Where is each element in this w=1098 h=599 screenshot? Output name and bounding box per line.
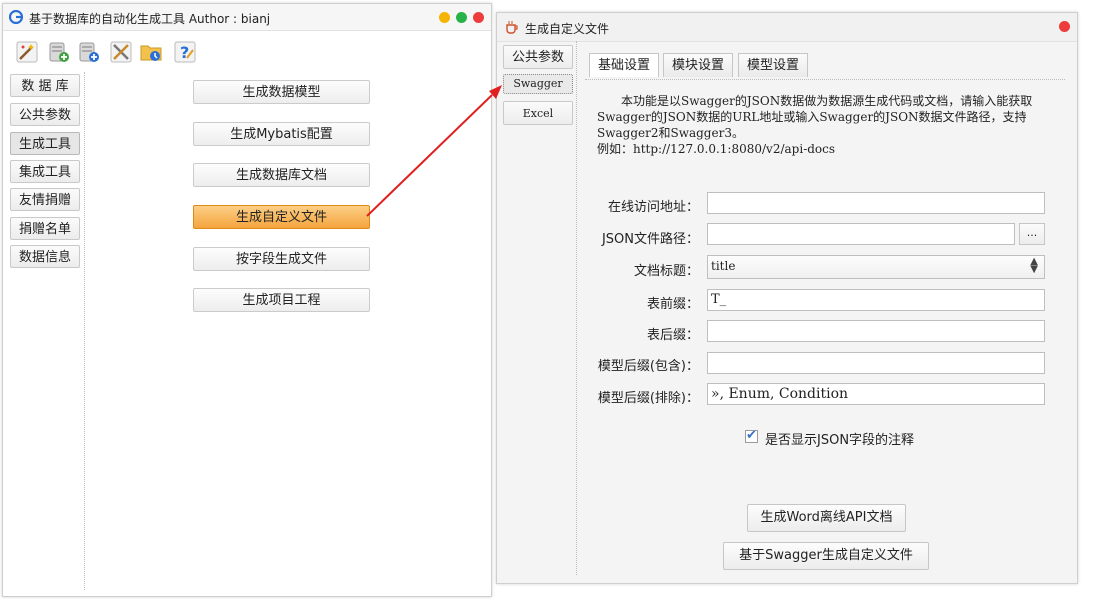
tab-basic-settings[interactable]: 基础设置 xyxy=(589,53,659,77)
nav-data-info[interactable]: 数据信息 xyxy=(10,245,80,268)
database-import-icon[interactable] xyxy=(77,40,101,64)
folder-config-icon[interactable] xyxy=(139,40,163,64)
generate-db-doc-button[interactable]: 生成数据库文档 xyxy=(193,163,370,187)
main-titlebar: 基于数据库的自动化生成工具 Author : bianj xyxy=(3,4,491,31)
table-prefix-label: 表前缀： xyxy=(646,297,699,312)
doc-title-value: title xyxy=(711,259,736,273)
generate-word-api-doc-button[interactable]: 生成Word离线API文档 xyxy=(747,504,906,532)
close-dot-icon[interactable] xyxy=(473,12,484,23)
nav-donate[interactable]: 友情捐赠 xyxy=(10,188,80,211)
json-path-input[interactable] xyxy=(707,223,1015,245)
nav-common-params[interactable]: 公共参数 xyxy=(10,103,80,126)
database-add-icon[interactable] xyxy=(47,40,71,64)
tab-divider xyxy=(585,79,1065,80)
tab-module-settings[interactable]: 模块设置 xyxy=(663,53,733,77)
tools-icon[interactable] xyxy=(109,40,133,64)
nav-donor-list[interactable]: 捐赠名单 xyxy=(10,217,80,240)
custom-file-window: 生成自定义文件 公共参数 Swagger Excel 基础设置 模块设置 模型设… xyxy=(496,12,1078,584)
model-suffix-exclude-input[interactable]: », Enum, Condition xyxy=(707,383,1045,405)
table-suffix-label: 表后缀： xyxy=(646,328,699,343)
table-suffix-input[interactable] xyxy=(707,320,1045,342)
maximize-dot-icon[interactable] xyxy=(456,12,467,23)
generate-swagger-custom-file-button[interactable]: 基于Swagger生成自定义文件 xyxy=(723,542,929,570)
nav-generate-tools[interactable]: 生成工具 xyxy=(10,132,80,155)
model-suffix-exclude-label: 模型后缀(排除)： xyxy=(597,391,699,406)
nav-database[interactable]: 数 据 库 xyxy=(10,74,80,97)
subnav-excel[interactable]: Excel xyxy=(503,101,573,125)
url-label: 在线访问地址： xyxy=(607,200,699,215)
generate-custom-file-button[interactable]: 生成自定义文件 xyxy=(193,205,370,229)
minimize-dot-icon[interactable] xyxy=(439,12,450,23)
main-window-title: 基于数据库的自动化生成工具 Author : bianj xyxy=(29,12,271,26)
model-suffix-include-input[interactable] xyxy=(707,352,1045,374)
model-suffix-include-label: 模型后缀(包含)： xyxy=(597,359,699,374)
subnav-common-params[interactable]: 公共参数 xyxy=(503,45,573,69)
nav-integration-tools[interactable]: 集成工具 xyxy=(10,160,80,183)
url-input[interactable] xyxy=(707,192,1045,214)
generate-by-field-button[interactable]: 按字段生成文件 xyxy=(193,247,370,271)
description-example: 例如：http://127.0.0.1:8080/v2/api-docs xyxy=(597,142,836,156)
subnav-swagger[interactable]: Swagger xyxy=(503,74,573,94)
description-paragraph: 本功能是以Swagger的JSON数据做为数据源生成代码或文档，请输入能获取Sw… xyxy=(597,94,1033,140)
cup-icon xyxy=(506,21,518,34)
main-window: 基于数据库的自动化生成工具 Author : bianj ? 数 据 库 公共参… xyxy=(2,3,492,597)
tab-model-settings[interactable]: 模型设置 xyxy=(738,53,808,77)
generate-data-model-button[interactable]: 生成数据模型 xyxy=(193,80,370,104)
json-path-label: JSON文件路径： xyxy=(601,232,699,247)
generate-project-button[interactable]: 生成项目工程 xyxy=(193,288,370,312)
check-mark-icon: ✔ xyxy=(746,428,757,443)
custom-file-titlebar: 生成自定义文件 xyxy=(497,13,1077,42)
app-logo-icon xyxy=(9,10,23,24)
svg-text:?: ? xyxy=(180,43,189,62)
main-side-nav: 数 据 库 公共参数 生成工具 集成工具 友情捐赠 捐赠名单 数据信息 xyxy=(8,72,85,590)
custom-file-side-nav: 公共参数 Swagger Excel xyxy=(500,41,577,575)
custom-file-window-title: 生成自定义文件 xyxy=(525,22,610,36)
show-json-comment-checkbox[interactable]: ✔ xyxy=(745,428,758,443)
generate-mybatis-config-button[interactable]: 生成Mybatis配置 xyxy=(193,122,370,146)
doc-title-label: 文档标题： xyxy=(633,264,699,279)
browse-button[interactable]: ... xyxy=(1019,223,1045,245)
close-dot-icon[interactable] xyxy=(1059,21,1070,32)
show-json-comment-label: 是否显示JSON字段的注释 xyxy=(765,433,915,448)
description-text: 本功能是以Swagger的JSON数据做为数据源生成代码或文档，请输入能获取Sw… xyxy=(597,93,1067,157)
magic-wand-icon[interactable] xyxy=(15,40,39,64)
help-icon[interactable]: ? xyxy=(173,40,197,64)
table-prefix-input[interactable]: T_ xyxy=(707,289,1045,311)
spinner-arrows-icon[interactable]: ▲ ▼ xyxy=(1030,257,1038,275)
doc-title-select[interactable]: title ▲ ▼ xyxy=(707,255,1045,279)
